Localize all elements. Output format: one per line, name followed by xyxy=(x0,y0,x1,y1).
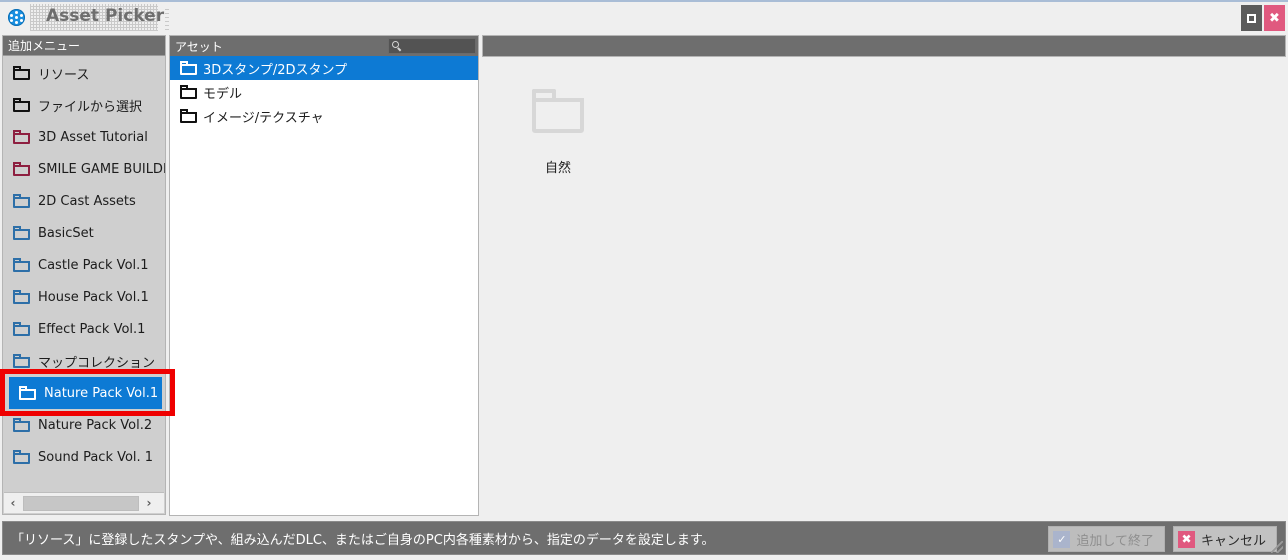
confirm-add-button[interactable]: ✓ 追加して終了 xyxy=(1048,526,1165,552)
folder-icon xyxy=(180,109,197,123)
asset-category-label: イメージ/テクスチャ xyxy=(203,110,324,126)
add-menu-item-label: SMILE GAME BUILDER xyxy=(38,161,165,177)
add-menu-item[interactable]: ファイルから選択 xyxy=(3,89,165,121)
add-menu-item[interactable]: 2D Cast Assets xyxy=(3,185,165,217)
add-menu-item[interactable]: 3D Asset Tutorial xyxy=(3,121,165,153)
content-grid[interactable]: 自然 xyxy=(482,57,1286,516)
title-dots-decoration xyxy=(165,6,169,30)
add-menu-item[interactable]: Nature Pack Vol.2 xyxy=(3,409,165,441)
folder-icon xyxy=(13,354,30,368)
add-menu-item-label: BasicSet xyxy=(38,225,94,241)
close-icon: ✖ xyxy=(1269,10,1280,26)
add-menu-item-label: Nature Pack Vol.1 xyxy=(44,385,159,401)
asset-category-label: モデル xyxy=(203,86,243,102)
cancel-label: キャンセル xyxy=(1200,533,1266,549)
add-menu-item-label: Sound Pack Vol. 1 xyxy=(38,449,154,465)
add-menu-item[interactable]: Sound Pack Vol. 1 xyxy=(3,441,165,473)
add-menu-item-label: ファイルから選択 xyxy=(38,99,143,115)
hscrollbar-thumb[interactable] xyxy=(23,495,139,511)
add-menu-item[interactable]: マップコレクション xyxy=(3,345,165,377)
add-menu-hscrollbar[interactable]: ‹ › xyxy=(4,492,164,513)
add-menu-item[interactable]: リソース xyxy=(3,57,165,89)
folder-icon xyxy=(13,98,30,112)
asset-category-item[interactable]: イメージ/テクスチャ xyxy=(170,104,478,128)
folder-icon xyxy=(13,130,30,144)
app-circle-icon xyxy=(8,9,25,26)
status-message: 「リソース」に登録したスタンプや、組み込んだDLC、またはご自身のPC内各種素材… xyxy=(11,532,715,548)
add-menu-list[interactable]: リソースファイルから選択 3D Asset Tutorial SMILE GAME … xyxy=(3,57,165,493)
content-toolbar xyxy=(482,35,1286,57)
window-title: Asset Picker xyxy=(46,6,165,26)
asset-panel: アセット 3Dスタンプ/2Dスタンプ モデルイメージ/テクスチャ xyxy=(169,35,479,516)
folder-icon xyxy=(13,418,30,432)
add-menu-item-label: リソース xyxy=(38,67,90,83)
asset-header-label: アセット xyxy=(175,39,223,54)
folder-icon xyxy=(13,450,30,464)
folder-icon xyxy=(180,61,197,75)
cancel-button[interactable]: ✖ キャンセル xyxy=(1172,526,1277,552)
add-menu-item-label: Nature Pack Vol.2 xyxy=(38,417,153,433)
add-menu-item-label: 2D Cast Assets xyxy=(38,193,136,209)
status-bar: 「リソース」に登録したスタンプや、組み込んだDLC、またはご自身のPC内各種素材… xyxy=(2,521,1286,555)
folder-icon xyxy=(13,66,30,80)
add-menu-item[interactable]: Nature Pack Vol.1 xyxy=(9,377,162,409)
add-menu-panel: 追加メニュー リソースファイルから選択 3D Asset Tutorial SMIL… xyxy=(2,35,166,515)
folder-icon xyxy=(13,226,30,240)
add-menu-item[interactable]: BasicSet xyxy=(3,217,165,249)
add-menu-item-label: Castle Pack Vol.1 xyxy=(38,257,149,273)
add-menu-item-label: マップコレクション xyxy=(38,355,156,371)
folder-icon xyxy=(13,162,30,176)
add-menu-header: 追加メニュー xyxy=(3,36,165,56)
scroll-right-icon[interactable]: › xyxy=(140,494,158,513)
asset-category-list[interactable]: 3Dスタンプ/2Dスタンプ モデルイメージ/テクスチャ xyxy=(170,56,478,515)
asset-content-panel: 自然 xyxy=(482,35,1286,516)
add-menu-item-label: Effect Pack Vol.1 xyxy=(38,321,146,337)
add-menu-item[interactable]: House Pack Vol.1 xyxy=(3,281,165,313)
folder-thumbnail-icon xyxy=(532,89,584,133)
add-menu-item-label: 3D Asset Tutorial xyxy=(38,129,148,145)
asset-category-item[interactable]: 3Dスタンプ/2Dスタンプ xyxy=(170,56,478,80)
dialog-buttons: ✓ 追加して終了 ✖ キャンセル xyxy=(1048,526,1277,552)
folder-icon xyxy=(13,194,30,208)
asset-picker-window: Asset Picker ✖ 追加メニュー リソースファイルから選択 3D Ass… xyxy=(0,0,1288,560)
folder-icon xyxy=(13,290,30,304)
resize-grip-icon[interactable] xyxy=(1271,541,1283,553)
folder-icon xyxy=(19,386,36,400)
title-bar: Asset Picker ✖ xyxy=(0,2,1288,33)
add-menu-item[interactable]: Effect Pack Vol.1 xyxy=(3,313,165,345)
maximize-icon xyxy=(1247,13,1256,23)
asset-thumbnail[interactable]: 自然 xyxy=(512,87,604,197)
asset-category-label: 3Dスタンプ/2Dスタンプ xyxy=(203,62,348,78)
maximize-button[interactable] xyxy=(1241,5,1262,31)
add-menu-item[interactable]: SMILE GAME BUILDER xyxy=(3,153,165,185)
folder-icon xyxy=(180,85,197,99)
confirm-add-label: 追加して終了 xyxy=(1076,533,1154,549)
folder-icon xyxy=(13,322,30,336)
add-menu-item[interactable]: Castle Pack Vol.1 xyxy=(3,249,165,281)
cancel-x-icon: ✖ xyxy=(1177,530,1195,548)
folder-icon xyxy=(13,258,30,272)
asset-panel-header: アセット xyxy=(170,36,478,56)
close-button[interactable]: ✖ xyxy=(1264,5,1285,31)
scroll-left-icon[interactable]: ‹ xyxy=(4,494,22,513)
check-icon: ✓ xyxy=(1053,530,1071,548)
asset-category-item[interactable]: モデル xyxy=(170,80,478,104)
search-icon xyxy=(392,41,402,52)
asset-search-input[interactable] xyxy=(388,38,476,54)
add-menu-item-label: House Pack Vol.1 xyxy=(38,289,149,305)
asset-thumbnail-label: 自然 xyxy=(544,161,571,176)
